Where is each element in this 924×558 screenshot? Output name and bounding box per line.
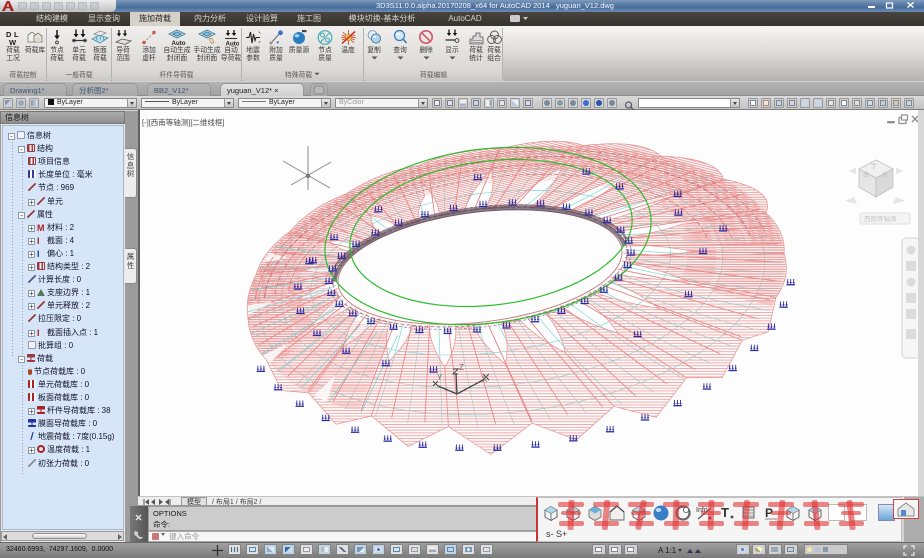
svg-text:东: 东 — [882, 171, 888, 179]
svg-text:Y: Y — [437, 373, 443, 382]
svg-text:Auto: Auto — [172, 40, 186, 46]
svg-text:Z: Z — [459, 363, 464, 372]
svg-text:X: X — [482, 375, 488, 384]
svg-text:W: W — [9, 38, 17, 46]
svg-text:南: 南 — [863, 171, 869, 179]
svg-text:西南等轴测: 西南等轴测 — [864, 214, 897, 223]
